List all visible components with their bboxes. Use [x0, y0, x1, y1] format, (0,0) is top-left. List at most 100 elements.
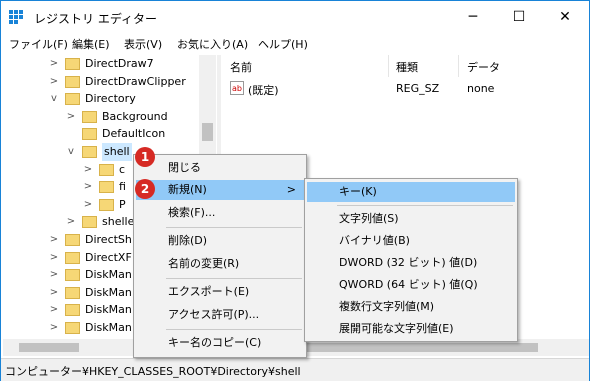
collapsed-chevron-icon[interactable]: >: [49, 231, 59, 249]
menu-favorites[interactable]: お気に入り(A): [177, 36, 248, 52]
tree-node[interactable]: v Directory: [3, 90, 199, 108]
folder-icon: [65, 251, 80, 264]
tree-node-label: DiskMan: [85, 285, 132, 299]
minimize-button[interactable]: ─: [450, 1, 496, 33]
value-data: none: [467, 82, 495, 95]
collapsed-chevron-icon[interactable]: >: [83, 196, 93, 214]
tree-node-label: DiskMan: [85, 268, 132, 282]
value-name: (既定): [248, 84, 279, 97]
new-submenu: キー(K) 文字列値(S) バイナリ値(B) DWORD (32 ビット) 値(…: [304, 178, 518, 342]
collapsed-chevron-icon[interactable]: >: [49, 284, 59, 302]
close-button[interactable]: ✕: [542, 1, 588, 33]
menu-item-collapse[interactable]: 閉じる: [136, 158, 304, 178]
submenu-item-multi-string[interactable]: 複数行文字列値(M): [307, 297, 515, 317]
folder-icon: [82, 110, 97, 123]
step-badge-1: 1: [135, 147, 155, 167]
menu-item-permissions[interactable]: アクセス許可(P)...: [136, 305, 304, 325]
menu-separator: [166, 227, 302, 228]
collapsed-chevron-icon[interactable]: >: [83, 161, 93, 179]
folder-icon: [82, 146, 97, 158]
tree-node[interactable]: > DirectDrawClipper: [3, 73, 199, 91]
tree-node-label: shell: [102, 143, 132, 161]
tree-node-label: DiskMan: [85, 303, 132, 317]
tree-node[interactable]: > Background: [3, 108, 199, 126]
menu-view[interactable]: 表示(V): [124, 36, 162, 52]
folder-icon: [99, 163, 114, 176]
tree-node-label: DirectXF: [85, 250, 132, 264]
tree-node-label: Background: [102, 109, 168, 123]
scroll-thumb[interactable]: [202, 123, 213, 141]
menu-item-rename[interactable]: 名前の変更(R): [136, 254, 304, 274]
folder-icon: [65, 322, 80, 334]
menu-item-copy-key-name[interactable]: キー名のコピー(C): [136, 333, 304, 353]
tree-node[interactable]: > DirectDraw7: [3, 55, 199, 73]
expanded-chevron-icon[interactable]: v: [49, 90, 59, 108]
window-title: レジストリ エディター: [34, 12, 157, 26]
key-path: コンピューター¥HKEY_CLASSES_ROOT¥Directory¥shel…: [5, 365, 301, 378]
submenu-item-binary[interactable]: バイナリ値(B): [307, 231, 515, 251]
expanded-chevron-icon[interactable]: v: [66, 143, 76, 161]
folder-icon: [65, 304, 80, 317]
folder-icon: [82, 128, 97, 141]
tree-node-label: Directory: [85, 92, 136, 106]
submenu-item-qword[interactable]: QWORD (64 ビット) 値(Q): [307, 275, 515, 295]
menu-file[interactable]: ファイル(F): [9, 36, 68, 52]
submenu-item-string[interactable]: 文字列値(S): [307, 209, 515, 229]
submenu-arrow-icon: >: [286, 183, 296, 196]
tree-node-label: P: [119, 197, 126, 211]
menu-separator: [337, 205, 513, 206]
string-value-icon: ab: [230, 81, 244, 95]
tree-node-label: DirectSh: [85, 233, 132, 246]
column-header-type[interactable]: 種類: [396, 59, 418, 75]
submenu-item-expandable-string[interactable]: 展開可能な文字列値(E): [307, 319, 515, 339]
tree-node-label: DefaultIcon: [102, 127, 166, 141]
tree-node-label: DirectDrawClipper: [85, 74, 186, 88]
tree-node-label: shelle: [102, 215, 135, 229]
registry-editor-window: レジストリ エディター ─ ☐ ✕ ファイル(F) 編集(E) 表示(V) お気…: [0, 0, 590, 381]
value-type: REG_SZ: [396, 82, 440, 95]
tree-node-label: fi: [119, 180, 126, 194]
menu-item-export[interactable]: エクスポート(E): [136, 282, 304, 302]
folder-icon: [82, 216, 97, 229]
menu-separator: [166, 329, 302, 330]
tree-node-label: c: [119, 162, 126, 176]
column-divider[interactable]: [458, 55, 459, 77]
collapsed-chevron-icon[interactable]: >: [49, 55, 59, 73]
folder-icon: [65, 269, 80, 282]
menu-edit[interactable]: 編集(E): [72, 36, 110, 52]
collapsed-chevron-icon[interactable]: >: [49, 73, 59, 91]
tree-node-label: DirectDraw7: [85, 57, 154, 70]
submenu-item-key[interactable]: キー(K): [307, 182, 515, 202]
tree-node-label: DiskMan: [85, 321, 132, 334]
context-menu: 閉じる 新規(N) > 検索(F)... 削除(D) 名前の変更(R) エクスポー…: [133, 154, 307, 358]
column-header-data[interactable]: データ: [467, 59, 500, 75]
collapsed-chevron-icon[interactable]: >: [83, 178, 93, 196]
menu-item-find[interactable]: 検索(F)...: [136, 203, 304, 223]
collapsed-chevron-icon[interactable]: >: [66, 213, 76, 231]
collapsed-chevron-icon[interactable]: >: [49, 266, 59, 284]
collapsed-chevron-icon[interactable]: >: [49, 301, 59, 319]
list-item[interactable]: ab (既定) REG_SZ none: [222, 80, 589, 98]
folder-icon: [65, 234, 80, 246]
column-header-name[interactable]: 名前: [230, 59, 252, 75]
menu-help[interactable]: ヘルプ(H): [258, 36, 308, 52]
maximize-button[interactable]: ☐: [496, 1, 542, 33]
folder-icon: [99, 181, 114, 194]
title-bar[interactable]: レジストリ エディター ─ ☐ ✕: [1, 1, 589, 33]
registry-editor-icon: [9, 10, 23, 24]
tree-node[interactable]: DefaultIcon: [3, 125, 199, 143]
folder-icon: [65, 75, 80, 88]
scroll-thumb[interactable]: [19, 343, 79, 352]
column-divider[interactable]: [388, 55, 389, 77]
collapsed-chevron-icon[interactable]: >: [66, 108, 76, 126]
folder-icon: [65, 286, 80, 299]
folder-icon: [99, 198, 114, 211]
submenu-item-dword[interactable]: DWORD (32 ビット) 値(D): [307, 253, 515, 273]
folder-icon: [65, 93, 80, 106]
step-badge-2: 2: [135, 179, 155, 199]
menu-item-delete[interactable]: 削除(D): [136, 231, 304, 251]
status-bar: コンピューター¥HKEY_CLASSES_ROOT¥Directory¥shel…: [1, 358, 589, 381]
menu-item-new[interactable]: 新規(N) >: [136, 180, 304, 200]
collapsed-chevron-icon[interactable]: >: [49, 249, 59, 267]
collapsed-chevron-icon[interactable]: >: [49, 319, 59, 337]
